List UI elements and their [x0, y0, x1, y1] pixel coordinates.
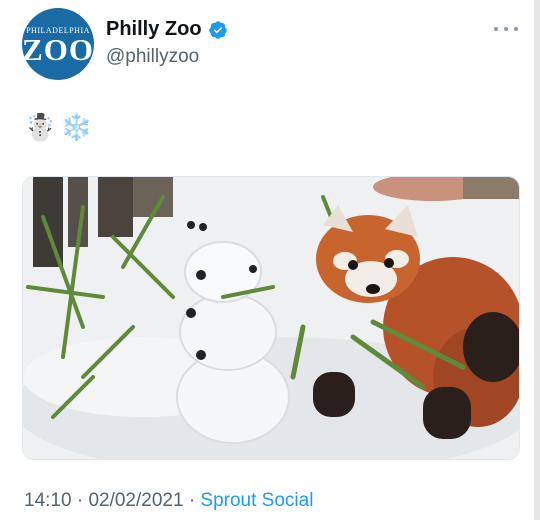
display-name[interactable]: Philly Zoo — [106, 18, 202, 41]
avatar-main-text: ZOO — [22, 31, 94, 67]
avatar[interactable]: PHILADELPHIA ZOO — [22, 8, 94, 80]
source-link[interactable]: Sprout Social — [200, 490, 313, 511]
footer-separator-2: · — [188, 490, 196, 511]
tweet-card: PHILADELPHIA ZOO Philly Zoo @phillyzoo ☃… — [0, 0, 540, 520]
red-panda-snowman-photo — [23, 177, 519, 459]
handle[interactable]: @phillyzoo — [106, 46, 199, 68]
tweet-date[interactable]: 02/02/2021 — [88, 490, 183, 511]
tweet-photo[interactable] — [22, 176, 520, 460]
footer-separator: · — [76, 490, 84, 511]
more-options-icon[interactable] — [494, 22, 518, 36]
name-row: Philly Zoo — [106, 18, 228, 41]
snowman-emoji: ☃️ — [24, 112, 57, 142]
scrollbar-track — [534, 0, 540, 520]
tweet-text: ☃️ ❄️ — [24, 110, 93, 144]
tweet-footer: 14:10 · 02/02/2021 · Sprout Social — [24, 490, 313, 512]
verified-badge-icon — [208, 20, 227, 39]
snowflake-emoji: ❄️ — [60, 112, 93, 142]
tweet-time[interactable]: 14:10 — [24, 490, 72, 511]
